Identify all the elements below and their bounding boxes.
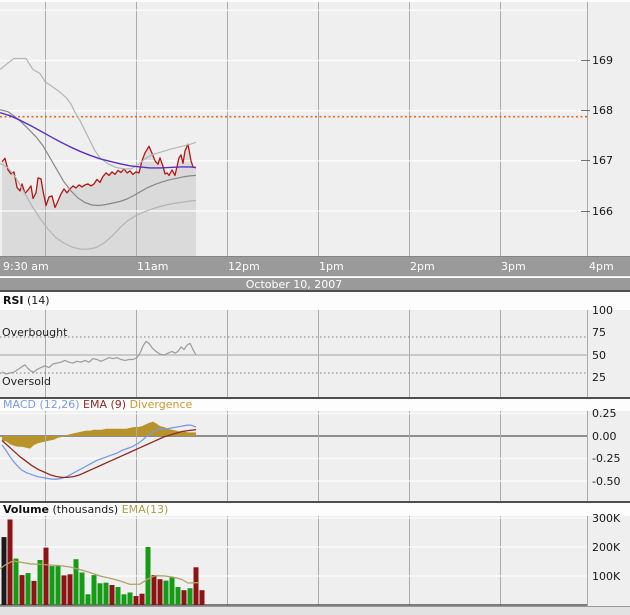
volume-title: Volume [3,503,49,516]
price-chart [0,2,588,256]
rsi-title: RSI [3,294,24,307]
axis-tick-mark [581,60,590,61]
axis-tick-label: 100 [592,303,613,317]
macd-title: MACD (12,26) [3,398,80,411]
volume-header: Volume (thousands) EMA(13) [0,503,630,516]
volume-chart [0,516,588,606]
axis-tick-mark [581,210,590,212]
axis-tick-label: 167 [581,154,613,167]
oversold-label: Oversold [2,375,51,388]
macd-signal-title: EMA (9) [83,398,127,411]
macd-chart [0,411,588,501]
overbought-label: Overbought [2,326,68,339]
axis-tick-label: 300K [592,511,621,525]
date-bar: October 10, 2007 [0,277,630,291]
bottom-strip [0,606,630,615]
axis-tick-label: 168 [581,104,613,117]
axis-tick-label: 169 [581,54,613,67]
rsi-header: RSI (14) [0,292,630,310]
divergence-title: Divergence [129,398,193,411]
time-label: 2pm [410,260,435,273]
time-label: 9:30 am [3,260,49,273]
volume-ema-title: EMA(13) [121,503,169,516]
time-label: 4pm [589,260,614,273]
axis-tick-label: -0.25 [592,452,621,465]
macd-header: MACD (12,26) EMA (9) Divergence [0,399,630,411]
volume-panel [0,516,588,606]
axis-tick-label: 166 [581,205,613,218]
rsi-chart [0,310,588,397]
time-label: 12pm [228,260,260,273]
time-label: 3pm [501,260,526,273]
price-panel [0,2,588,256]
volume-units: (thousands) [49,503,119,516]
time-label: 11am [137,260,169,273]
axis-tick-mark [581,160,590,162]
axis-tick-label: 0.00 [592,429,617,443]
macd-panel [0,411,588,501]
time-axis-bar: 9:30 am 11am 12pm 1pm 2pm 3pm 4pm [0,256,630,276]
axis-tick-label: 25 [592,371,606,384]
rsi-panel: Overbought Oversold [0,310,588,397]
stock-chart-app: 169 168 167 166 9:30 am 11am 12pm 1pm 2pm 3pm 4pm… [0,0,630,615]
rsi-period: (14) [23,294,50,307]
axis-tick-label: 0.25 [592,407,617,420]
axis-tick-label: -0.50 [592,474,621,488]
time-label: 1pm [319,260,344,273]
axis-tick-label: 75 [592,326,606,339]
axis-tick-mark [581,110,590,112]
axis-tick-label: 100K [592,569,621,583]
axis-tick-label: 200K [592,540,621,554]
axis-tick-label: 50 [592,348,606,362]
